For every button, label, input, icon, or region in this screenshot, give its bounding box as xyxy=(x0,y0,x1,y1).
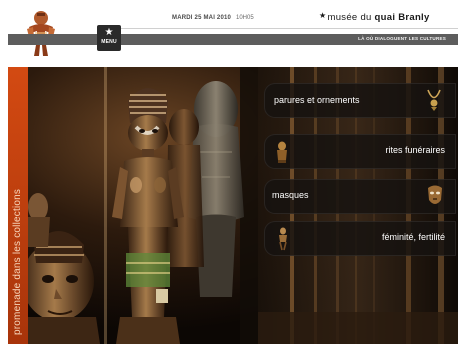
funerary-figure-icon xyxy=(277,141,287,163)
tile-label: masques xyxy=(272,190,309,200)
collection-showcase: promenade dans les collections parures e… xyxy=(8,67,458,344)
current-date: MARDI 25 MAI 2010 xyxy=(172,15,232,21)
statue-figure-icon xyxy=(27,11,55,56)
museum-brand-logo[interactable]: ★musée du quai Branly xyxy=(319,11,430,23)
fertility-figure-icon xyxy=(279,227,287,251)
tile-masques[interactable]: masques xyxy=(264,179,456,214)
tile-label: parures et ornements xyxy=(274,95,360,105)
menu-button[interactable]: ★ MENU xyxy=(97,25,121,51)
star-icon: ★ xyxy=(104,27,114,38)
header-bar: LÀ OÙ DIALOGUENT LES CULTURES xyxy=(8,34,458,45)
tile-parures-ornements[interactable]: parures et ornements xyxy=(264,83,456,118)
necklace-ornament-icon xyxy=(427,89,441,111)
menu-label: MENU xyxy=(101,39,117,45)
brand-star-icon: ★ xyxy=(319,11,327,20)
brand-prefix: musée du xyxy=(327,12,375,23)
collections-walk-label[interactable]: promenade dans les collections xyxy=(12,189,23,335)
tile-rites-funeraires[interactable]: rites funéraires xyxy=(264,134,456,169)
tagline: LÀ OÙ DIALOGUENT LES CULTURES xyxy=(358,36,446,41)
header-divider xyxy=(98,28,458,29)
header: MARDI 25 MAI 2010 10H05 ★musée du quai B… xyxy=(0,0,464,56)
current-time: 10H05 xyxy=(236,15,254,21)
tile-label: rites funéraires xyxy=(385,145,445,155)
tile-feminite-fertilite[interactable]: féminité, fertilité xyxy=(264,221,456,256)
tile-label: féminité, fertilité xyxy=(381,232,445,242)
mask-icon xyxy=(428,185,442,204)
brand-name: quai Branly xyxy=(374,12,430,23)
